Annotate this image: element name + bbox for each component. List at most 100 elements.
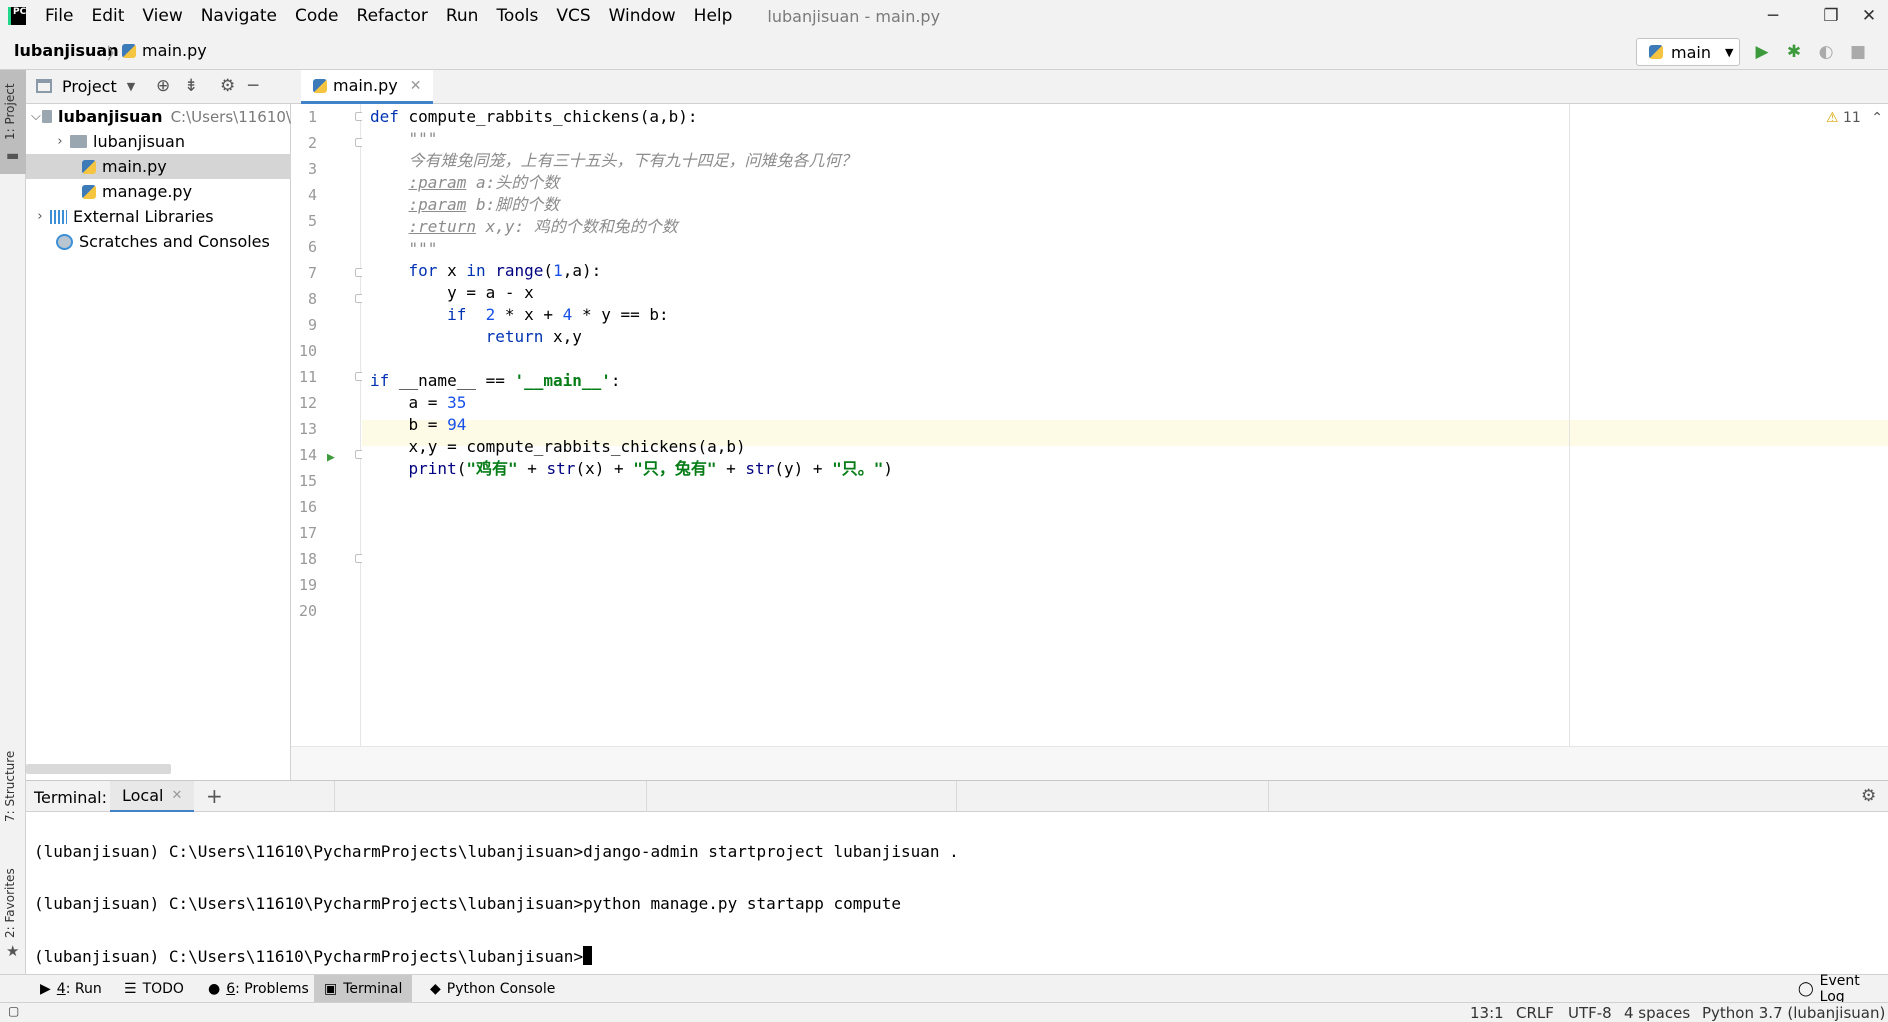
run-icon: ▶: [40, 981, 51, 997]
python-file-icon: [122, 43, 136, 58]
line-number: 7: [307, 264, 317, 282]
tree-item-manage-py[interactable]: manage.py: [26, 179, 291, 204]
line-number: 1: [307, 108, 317, 126]
problems-tool-tab[interactable]: ● 6: Problems: [198, 975, 319, 1003]
divider: [334, 781, 335, 813]
run-gutter-icon[interactable]: ▶: [327, 450, 335, 465]
line-number: 5: [307, 212, 317, 230]
project-panel-title[interactable]: Project: [62, 77, 117, 96]
line-number: 11: [298, 368, 317, 386]
chevron-right-icon[interactable]: ›: [50, 134, 70, 149]
star-icon: ★: [6, 942, 20, 960]
gear-icon[interactable]: ⚙: [1861, 786, 1876, 806]
layout-toggle-icon[interactable]: ▢: [8, 1004, 19, 1018]
debug-icon[interactable]: ✱: [1782, 40, 1806, 64]
close-button[interactable]: ✕: [1846, 0, 1888, 32]
caret-position[interactable]: 13:1: [1470, 1004, 1504, 1022]
menu-file[interactable]: File: [36, 6, 82, 26]
event-log-tool-tab[interactable]: ◯ Event Log: [1788, 973, 1888, 1005]
tree-item-folder[interactable]: › lubanjisuan: [26, 129, 291, 154]
chevron-right-icon[interactable]: ›: [30, 209, 50, 224]
structure-tool-tab[interactable]: 7: Structure: [3, 751, 17, 822]
line-number: 9: [307, 316, 317, 334]
project-panel: Project ▼ ⊕ ⇟ ⚙ ─ ⌵ lubanjisuan C:\Users…: [26, 70, 291, 780]
run-configuration-select[interactable]: main ▼: [1636, 38, 1740, 66]
divider: [646, 781, 647, 813]
close-tab-icon[interactable]: ✕: [171, 788, 182, 803]
chevron-down-icon: ▼: [1724, 45, 1734, 59]
terminal-tab-local[interactable]: Local ✕: [110, 781, 195, 813]
code-line-11: return x,y: [485, 327, 582, 346]
minimize-button[interactable]: ─: [1750, 0, 1796, 32]
terminal-icon: ▣: [324, 981, 338, 997]
pycharm-logo-icon: PC: [8, 7, 26, 25]
menu-view[interactable]: View: [133, 6, 191, 26]
menu-help[interactable]: Help: [685, 6, 742, 26]
terminal-tool-tab[interactable]: ▣ Terminal: [314, 975, 413, 1003]
python-console-tool-tab[interactable]: ◆ Python Console: [420, 975, 565, 1003]
menu-edit[interactable]: Edit: [82, 6, 133, 26]
locate-icon[interactable]: ⊕: [156, 76, 170, 96]
list-icon: ☰: [124, 981, 137, 997]
divider: [956, 781, 957, 813]
menu-vcs[interactable]: VCS: [547, 6, 599, 26]
hide-icon[interactable]: ─: [248, 76, 258, 96]
indent-setting[interactable]: 4 spaces: [1624, 1004, 1690, 1022]
horizontal-scrollbar[interactable]: [26, 764, 171, 774]
line-number: 4: [307, 186, 317, 204]
python-console-icon: ◆: [430, 981, 441, 997]
run-tool-tab-key: 4: [56, 981, 66, 997]
run-tool-tab[interactable]: ▶ 4: Run: [30, 975, 112, 1003]
menu-window[interactable]: Window: [600, 6, 685, 26]
new-terminal-button[interactable]: +: [206, 784, 223, 808]
chevron-down-icon[interactable]: ⌵: [30, 109, 42, 124]
tree-item-external-libraries[interactable]: › External Libraries: [26, 204, 291, 229]
left-tool-strip: 1: Project ▬ 7: Structure 2: Favorites ★: [0, 70, 26, 974]
project-tool-tab-label: 1: Project: [3, 83, 17, 140]
status-bar: ▢ 13:1 CRLF UTF-8 4 spaces Python 3.7 (l…: [0, 1002, 1888, 1022]
gear-icon[interactable]: ⚙: [220, 76, 235, 96]
menu-run[interactable]: Run: [437, 6, 488, 26]
breadcrumb-file[interactable]: main.py: [122, 41, 207, 60]
scratches-icon: [56, 233, 73, 250]
python-file-icon: [82, 184, 96, 199]
file-encoding[interactable]: UTF-8: [1568, 1004, 1612, 1022]
inspection-warning-badge[interactable]: ⚠ 11 ⌃: [1826, 110, 1883, 126]
line-number: 12: [298, 394, 317, 412]
tree-item-scratches[interactable]: Scratches and Consoles: [26, 229, 291, 254]
tab-main-py[interactable]: main.py ✕: [301, 70, 434, 104]
navigation-bar: lubanjisuan 〉 main.py main ▼ ▶ ✱ ◐ ■: [0, 32, 1888, 70]
code-line-18: print("鸡有" + str(x) + "只，兔有" + str(y) + …: [408, 459, 894, 478]
terminal-tool-tab-label: Terminal: [343, 981, 403, 997]
menu-refactor[interactable]: Refactor: [348, 6, 437, 26]
menu-navigate[interactable]: Navigate: [192, 6, 286, 26]
collapse-all-icon[interactable]: ⇟: [184, 76, 198, 96]
python-interpreter[interactable]: Python 3.7 (lubanjisuan): [1702, 1004, 1885, 1022]
close-tab-icon[interactable]: ✕: [410, 78, 422, 94]
python-console-tool-tab-label: Python Console: [446, 981, 556, 997]
favorites-tool-tab[interactable]: 2: Favorites: [3, 868, 17, 938]
problems-tool-tab-key: 6: [226, 981, 236, 997]
warning-count: 11: [1843, 110, 1861, 126]
run-icon[interactable]: ▶: [1750, 40, 1774, 64]
python-icon: [1649, 45, 1663, 59]
breadcrumb-project[interactable]: lubanjisuan: [14, 41, 119, 60]
terminal-output[interactable]: (lubanjisuan) C:\Users\11610\PycharmProj…: [26, 812, 1888, 974]
problems-tool-tab-label: : Problems: [235, 981, 309, 997]
todo-tool-tab-label: TODO: [142, 981, 184, 997]
chevron-down-icon[interactable]: ▼: [127, 80, 135, 93]
code-editor[interactable]: def compute_rabbits_chickens(a,b): """ 今…: [362, 104, 1888, 746]
chevron-up-icon[interactable]: ⌃: [1871, 110, 1883, 126]
project-tool-tab[interactable]: 1: Project ▬: [0, 70, 26, 174]
tree-item-root[interactable]: ⌵ lubanjisuan C:\Users\11610\: [26, 104, 291, 129]
line-number: 16: [298, 498, 317, 516]
todo-tool-tab[interactable]: ☰ TODO: [114, 975, 194, 1003]
stop-icon[interactable]: ■: [1846, 40, 1870, 64]
menu-code[interactable]: Code: [286, 6, 348, 26]
line-separator[interactable]: CRLF: [1516, 1004, 1554, 1022]
coverage-icon[interactable]: ◐: [1814, 40, 1838, 64]
breadcrumb-separator: 〉: [107, 44, 124, 63]
tree-item-main-py[interactable]: main.py: [26, 154, 291, 179]
menu-tools[interactable]: Tools: [487, 6, 547, 26]
line-number: 14: [298, 446, 317, 464]
